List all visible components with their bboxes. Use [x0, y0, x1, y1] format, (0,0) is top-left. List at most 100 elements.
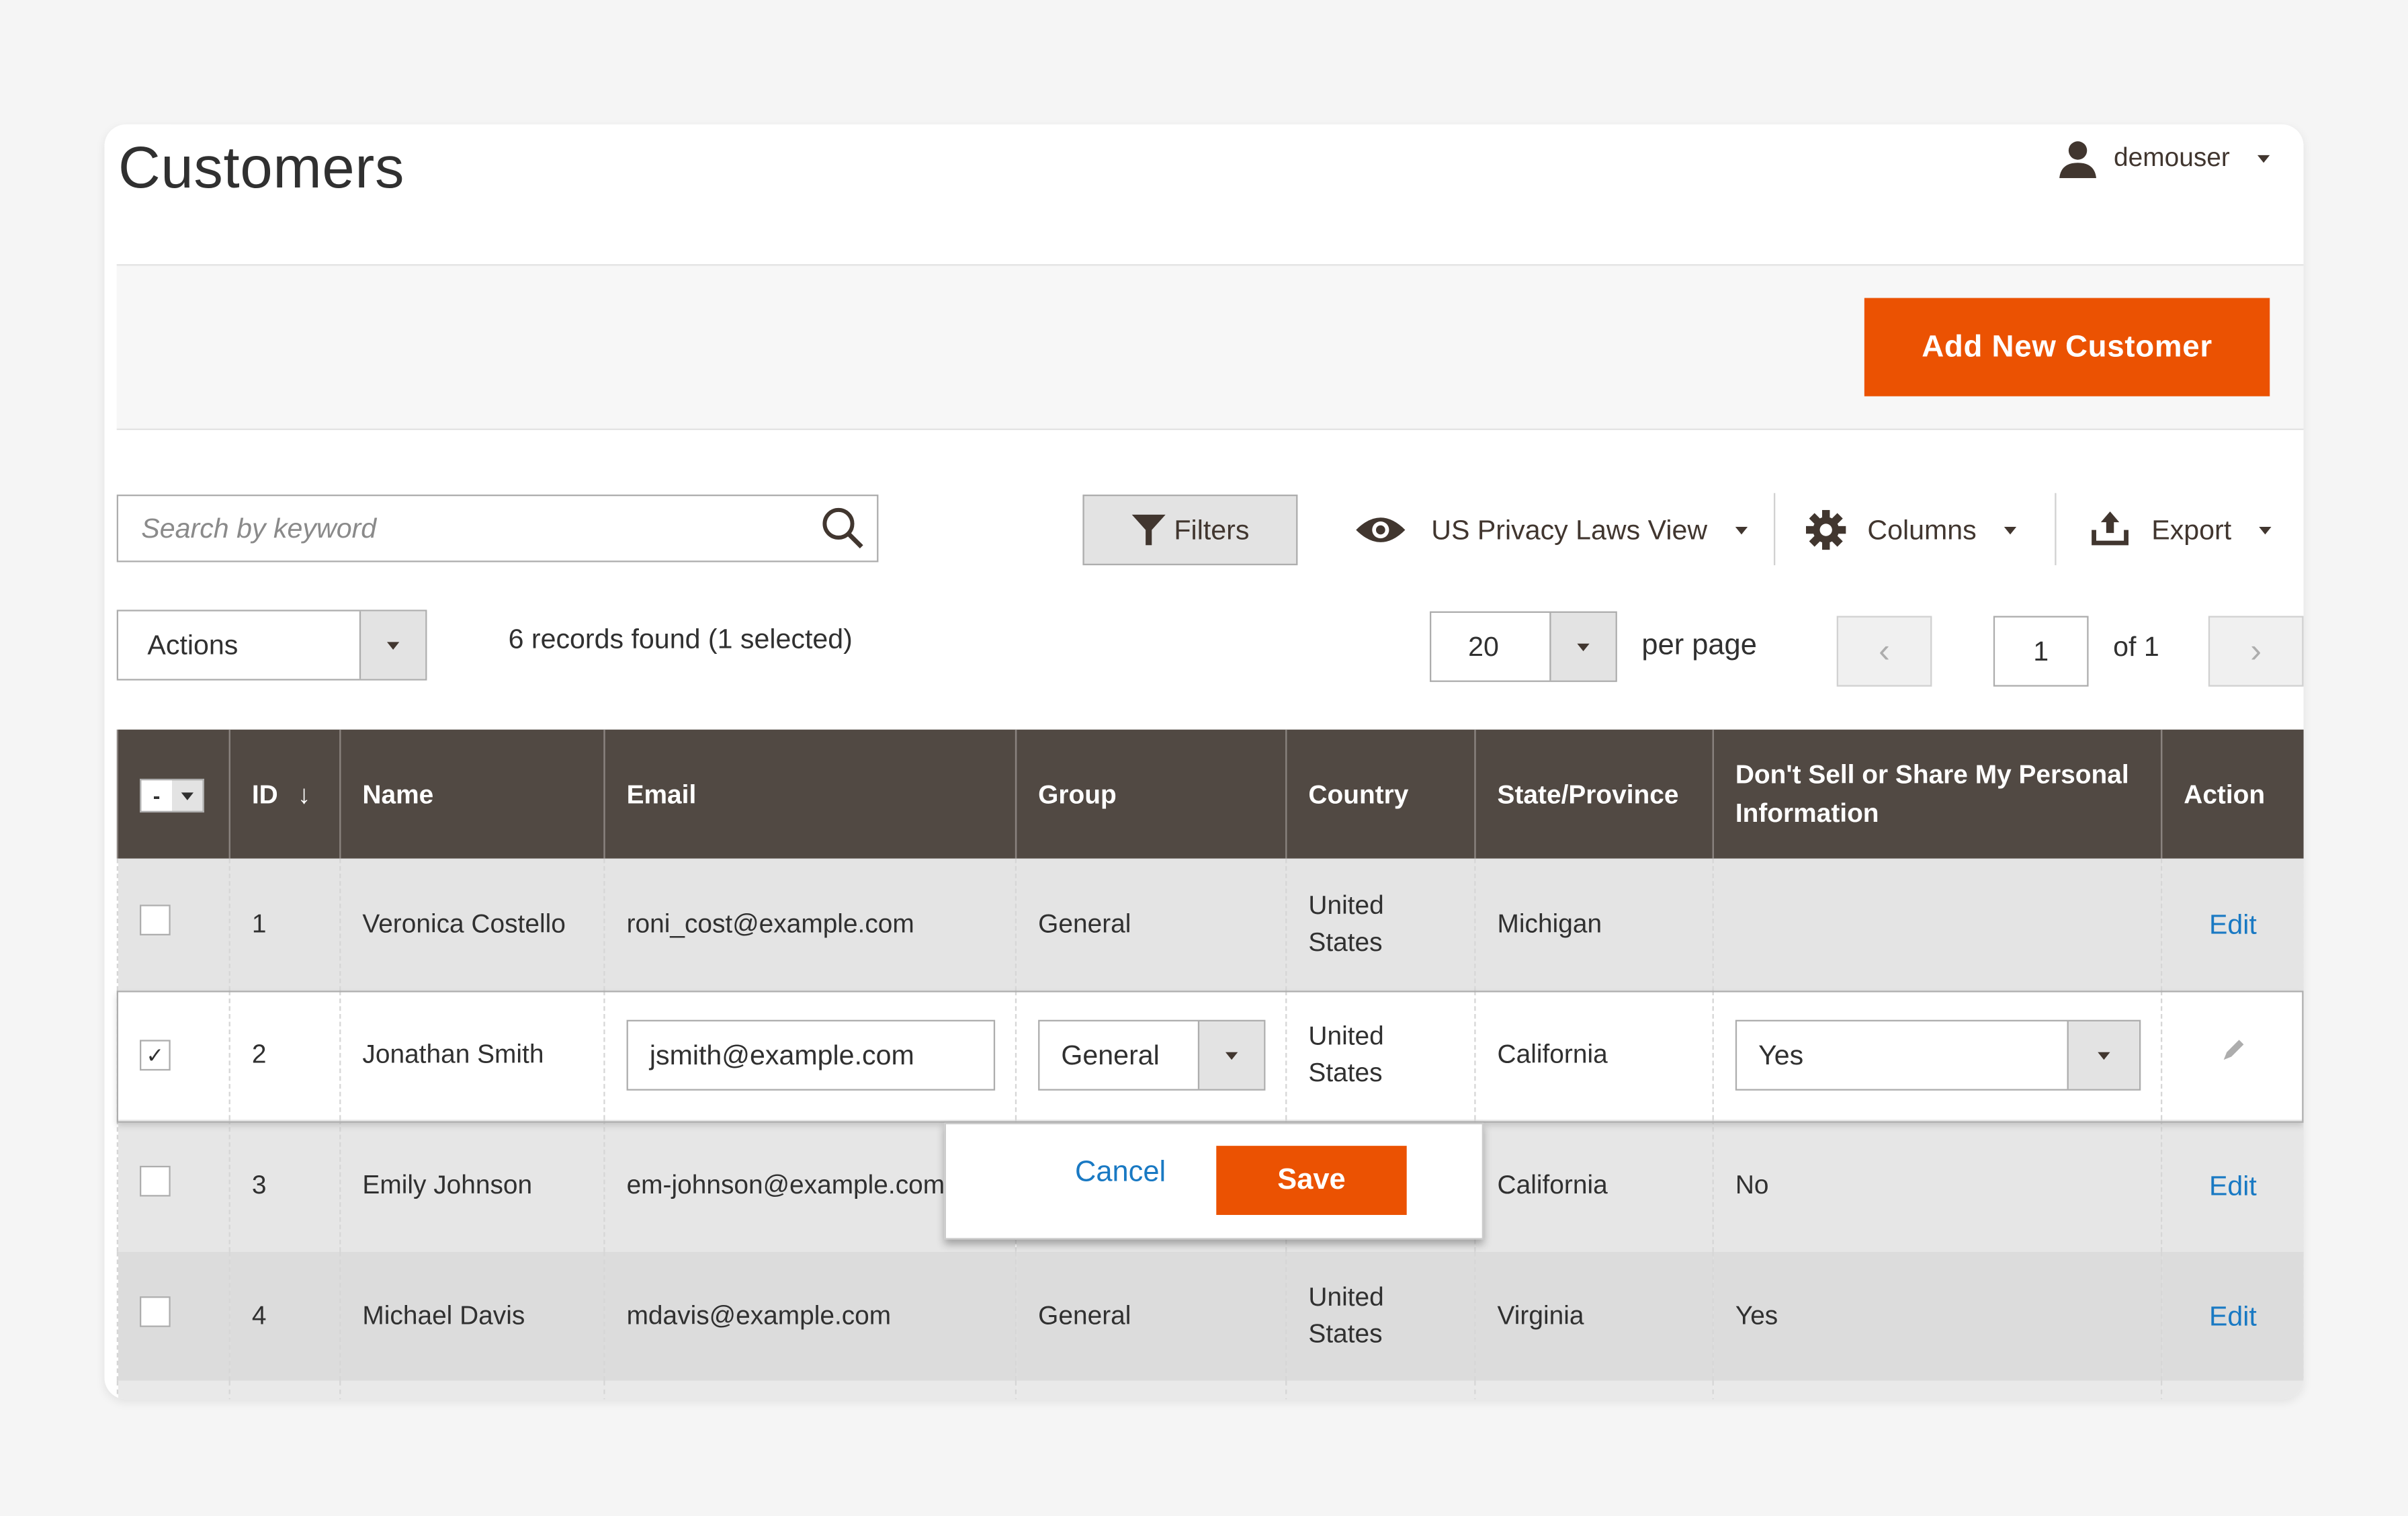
- cell-id: 2: [228, 991, 341, 1120]
- column-header-state[interactable]: State/Province: [1474, 729, 1714, 859]
- pencil-icon[interactable]: [2221, 1038, 2245, 1063]
- total-pages-label: of 1: [2113, 631, 2159, 663]
- edit-link[interactable]: Edit: [2209, 1170, 2257, 1201]
- chevron-down-icon: [1549, 612, 1616, 681]
- table-row[interactable]: 4 Michael Davis mdavis@example.com Gener…: [116, 1251, 2304, 1381]
- table-row-editing[interactable]: ✓ 2 Jonathan Smith jsmith@example.com Ge…: [116, 991, 2304, 1120]
- group-select-value: General: [1061, 1040, 1160, 1071]
- chevron-down-icon[interactable]: [171, 780, 203, 811]
- chevron-left-icon: ‹: [1879, 631, 1890, 670]
- column-header-dont-sell[interactable]: Don't Sell or Share My Personal Informat…: [1712, 729, 2163, 859]
- edit-link[interactable]: Edit: [2209, 909, 2257, 939]
- filters-button[interactable]: Filters: [1082, 494, 1298, 566]
- per-page-select[interactable]: 20: [1429, 611, 1617, 682]
- row-checkbox[interactable]: [139, 1295, 171, 1326]
- cell-name: Michael Davis: [339, 1251, 605, 1381]
- cell-country: United States: [1285, 1251, 1476, 1381]
- select-all-column: -: [116, 729, 230, 859]
- page-title: Customers: [118, 136, 405, 202]
- search-input[interactable]: [118, 510, 810, 546]
- search-icon[interactable]: [810, 505, 877, 552]
- chevron-down-icon: [1735, 525, 1748, 534]
- cell-dont-sell: Yes: [1712, 1251, 2163, 1381]
- export-control[interactable]: Export: [2090, 502, 2272, 557]
- user-menu[interactable]: demouser: [2059, 138, 2270, 179]
- table-row-partial: [116, 1380, 2304, 1400]
- page-number-input[interactable]: 1: [1993, 616, 2089, 687]
- chevron-down-icon: [2257, 154, 2270, 163]
- row-checkbox[interactable]: [139, 904, 171, 935]
- upload-icon: [2092, 511, 2128, 546]
- mass-actions-value: Actions: [147, 628, 239, 660]
- eye-icon: [1356, 517, 1406, 542]
- customers-grid: - ID ↓ Name Email Group Country State/Pr…: [116, 729, 2304, 1400]
- cell-dont-sell: [1712, 858, 2163, 991]
- page: Customers demouser Add New Customer Filt…: [0, 0, 2408, 1516]
- user-icon: [2060, 141, 2097, 179]
- per-page-value: 20: [1468, 630, 1499, 661]
- inline-edit-actions: Cancel Save: [944, 1122, 1484, 1240]
- column-header-country[interactable]: Country: [1285, 729, 1476, 859]
- add-new-customer-button[interactable]: Add New Customer: [1864, 298, 2270, 396]
- cell-id: 4: [228, 1251, 341, 1381]
- chevron-down-icon: [2067, 1021, 2139, 1089]
- edit-link[interactable]: Edit: [2209, 1300, 2257, 1331]
- column-label: ID: [251, 779, 278, 809]
- view-label: US Privacy Laws View: [1431, 513, 1708, 545]
- chevron-down-icon: [1197, 1021, 1264, 1089]
- cell-group: General: [1015, 858, 1287, 991]
- column-header-action: Action: [2160, 729, 2304, 859]
- per-page-label: per page: [1641, 630, 1757, 663]
- export-label: Export: [2151, 513, 2232, 545]
- column-header-name[interactable]: Name: [339, 729, 605, 859]
- row-checkbox[interactable]: [139, 1165, 171, 1196]
- columns-label: Columns: [1867, 513, 1977, 545]
- cell-name: Jonathan Smith: [339, 991, 605, 1120]
- previous-page-button[interactable]: ‹: [1836, 616, 1932, 687]
- cell-email: roni_cost@example.com: [603, 858, 1017, 991]
- sort-arrow-icon: ↓: [297, 779, 311, 809]
- email-field[interactable]: jsmith@example.com: [626, 1019, 996, 1091]
- columns-control[interactable]: Columns: [1805, 502, 2017, 557]
- next-page-button[interactable]: ›: [2208, 616, 2304, 687]
- funnel-icon: [1131, 514, 1165, 546]
- cell-state: Virginia: [1474, 1251, 1714, 1381]
- records-count: 6 records found (1 selected): [508, 623, 853, 655]
- cell-name: Veronica Costello: [339, 858, 605, 991]
- toolbar-divider: [1773, 493, 1776, 566]
- save-button[interactable]: Save: [1216, 1146, 1407, 1215]
- customers-panel: Customers demouser Add New Customer Filt…: [104, 124, 2304, 1400]
- dont-sell-select[interactable]: Yes: [1735, 1019, 2141, 1091]
- search-box: [116, 494, 879, 562]
- mass-actions-select[interactable]: Actions: [116, 609, 427, 681]
- cell-id: 3: [228, 1120, 341, 1252]
- mass-select-control[interactable]: -: [139, 778, 204, 813]
- chevron-down-icon: [2259, 525, 2272, 534]
- column-header-id[interactable]: ID ↓: [228, 729, 341, 859]
- filters-label: Filters: [1174, 513, 1250, 545]
- select-all-checkbox[interactable]: -: [141, 780, 172, 811]
- column-header-group[interactable]: Group: [1015, 729, 1287, 859]
- cell-name: Emily Johnson: [339, 1120, 605, 1252]
- cell-email: mdavis@example.com: [603, 1251, 1017, 1381]
- cell-id: 1: [228, 858, 341, 991]
- column-header-email[interactable]: Email: [603, 729, 1017, 859]
- chevron-down-icon: [359, 611, 426, 679]
- cell-country: United States: [1285, 858, 1476, 991]
- gear-icon: [1805, 509, 1846, 550]
- cancel-button[interactable]: Cancel: [1066, 1155, 1175, 1192]
- cell-group: General: [1015, 1251, 1287, 1381]
- view-switcher[interactable]: US Privacy Laws View: [1354, 502, 1748, 557]
- cell-country: United States: [1285, 991, 1476, 1120]
- group-select[interactable]: General: [1038, 1019, 1266, 1091]
- chevron-right-icon: ›: [2250, 631, 2262, 670]
- row-checkbox[interactable]: ✓: [139, 1040, 171, 1071]
- cell-dont-sell: No: [1712, 1120, 2163, 1252]
- dont-sell-select-value: Yes: [1758, 1040, 1804, 1071]
- cell-state: Michigan: [1474, 858, 1714, 991]
- grid-header-row: - ID ↓ Name Email Group Country State/Pr…: [116, 729, 2304, 859]
- chevron-down-icon: [2004, 525, 2017, 534]
- table-row[interactable]: 1 Veronica Costello roni_cost@example.co…: [116, 858, 2304, 991]
- toolbar-divider: [2055, 493, 2057, 566]
- user-name: demouser: [2114, 142, 2230, 172]
